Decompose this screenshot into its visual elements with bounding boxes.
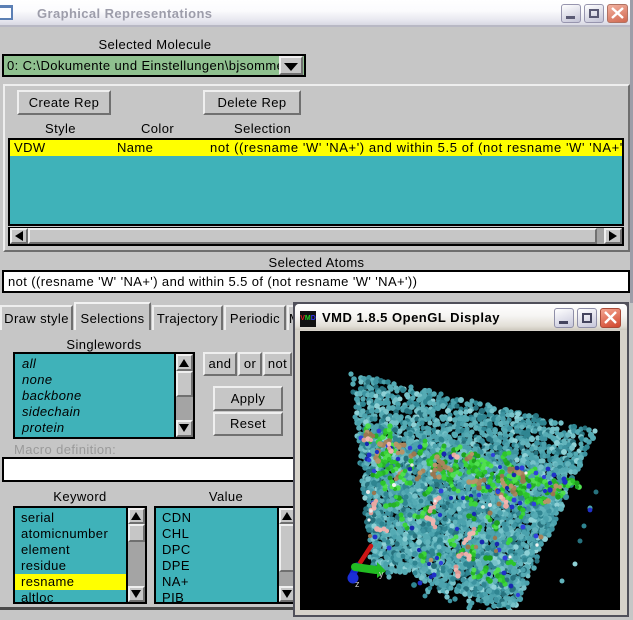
svg-text:y: y xyxy=(379,569,384,579)
svg-text:z: z xyxy=(355,579,360,589)
